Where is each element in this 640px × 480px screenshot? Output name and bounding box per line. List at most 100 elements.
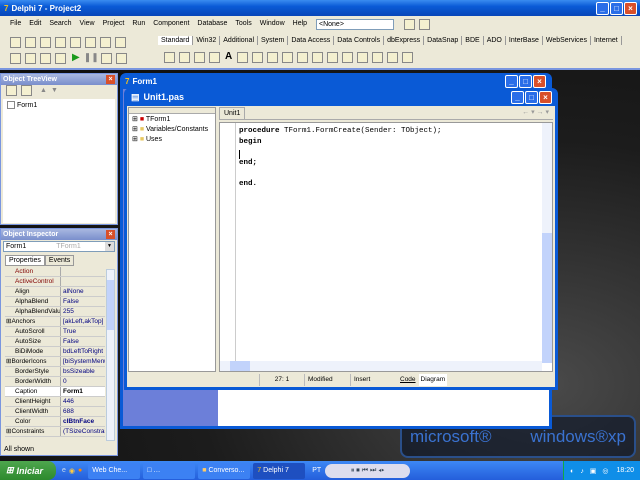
property-row[interactable]: AlphaBlendValu 255 — [5, 307, 105, 317]
chrome-icon[interactable]: ◉ — [69, 467, 75, 475]
property-row[interactable]: ActiveControl — [5, 277, 105, 287]
property-value[interactable]: [akLeft,akTop] — [61, 317, 105, 326]
inspector-scrollbar[interactable] — [106, 269, 115, 441]
scrollbar-icon[interactable] — [342, 51, 354, 63]
add-file-icon[interactable] — [85, 37, 96, 48]
palette-tab-bde[interactable]: BDE — [462, 36, 484, 45]
save-desktop-icon[interactable] — [402, 19, 432, 30]
task-unnamed[interactable]: □ … — [143, 462, 196, 479]
palette-tab-ado[interactable]: ADO — [484, 36, 506, 45]
property-row[interactable]: ⊞Anchors [akLeft,akTop] — [5, 317, 105, 327]
palette-tab-data-controls[interactable]: Data Controls — [334, 36, 385, 45]
radiobutton-icon[interactable] — [297, 51, 309, 63]
menu-project[interactable]: Project — [103, 20, 125, 27]
property-row[interactable]: ClientWidth 688 — [5, 407, 105, 417]
tab-properties[interactable]: Properties — [5, 255, 45, 266]
actionlist-icon[interactable] — [402, 51, 414, 63]
code-line[interactable] — [239, 168, 442, 179]
tab-code[interactable]: Code — [400, 374, 416, 386]
menu-help[interactable]: Help — [293, 20, 307, 27]
tab-diagram[interactable]: Diagram — [418, 374, 448, 386]
property-value[interactable]: 446 — [61, 397, 105, 406]
property-value[interactable]: 255 — [61, 307, 105, 316]
step-over-icon[interactable] — [115, 52, 127, 64]
property-row[interactable]: Color clBtnFace — [5, 417, 105, 427]
property-row[interactable]: BorderStyle bsSizeable — [5, 367, 105, 377]
property-value[interactable] — [61, 277, 105, 286]
property-row[interactable]: AutoSize False — [5, 337, 105, 347]
ie-icon[interactable]: e — [62, 467, 66, 475]
property-row[interactable]: BorderWidth 0 — [5, 377, 105, 387]
palette-tab-system[interactable]: System — [258, 36, 289, 45]
property-row[interactable]: ⊞BorderIcons [biSystemMenu, — [5, 357, 105, 367]
property-row[interactable]: ⊞Constraints (TSizeConstrain — [5, 427, 105, 437]
down-arrow-icon[interactable]: ▼ — [51, 87, 58, 94]
menu-tools[interactable]: Tools — [235, 20, 251, 27]
menu-view[interactable]: View — [80, 20, 95, 27]
palette-tab-dbexpress[interactable]: dbExpress — [384, 36, 425, 45]
save-all-icon[interactable] — [55, 37, 66, 48]
editor-minimize-button[interactable]: _ — [511, 91, 524, 104]
desktop-combo[interactable]: <None> — [316, 19, 394, 30]
menu-file[interactable]: File — [10, 20, 21, 27]
property-row[interactable]: Align alNone — [5, 287, 105, 297]
code-line[interactable] — [239, 147, 442, 158]
pause-icon[interactable]: ❚❚ — [84, 52, 99, 62]
menu-component[interactable]: Component — [153, 20, 189, 27]
horizontal-scrollbar[interactable] — [220, 361, 542, 371]
new-icon[interactable] — [10, 37, 21, 48]
property-value[interactable]: False — [61, 297, 105, 306]
checkbox-icon[interactable] — [282, 51, 294, 63]
palette-tab-datasnap[interactable]: DataSnap — [424, 36, 463, 45]
start-button[interactable]: ⊞ Iniciar — [0, 461, 56, 480]
palette-tab-data-access[interactable]: Data Access — [288, 36, 335, 45]
treeview-close-icon[interactable]: × — [106, 75, 115, 84]
property-value[interactable]: bdLeftToRight — [61, 347, 105, 356]
groupbox-icon[interactable] — [357, 51, 369, 63]
new-form-icon[interactable] — [55, 52, 66, 64]
property-value[interactable]: 0 — [61, 377, 105, 386]
combobox-icon[interactable] — [327, 51, 339, 63]
menu-edit[interactable]: Edit — [29, 20, 41, 27]
property-value[interactable]: Form1 — [61, 387, 105, 396]
palette-tab-webservices[interactable]: WebServices — [543, 36, 591, 45]
tree-item-form1[interactable]: Form1 — [5, 101, 113, 109]
task-web-checker[interactable]: Web Che... — [88, 462, 141, 479]
vertical-scrollbar[interactable] — [542, 123, 552, 363]
memo-icon[interactable] — [252, 51, 264, 63]
task-delphi[interactable]: 7 Delphi 7 — [253, 462, 306, 479]
label-icon[interactable]: A — [225, 51, 232, 62]
media-controls[interactable]: ⏸ ⏹ ⏮ ⏭ ◂▸ — [325, 463, 411, 478]
property-value[interactable]: 688 — [61, 407, 105, 416]
maximize-button[interactable]: □ — [610, 2, 623, 15]
new-item-icon[interactable] — [6, 85, 17, 96]
property-row[interactable]: Caption Form1 — [5, 387, 105, 397]
trace-into-icon[interactable] — [100, 52, 112, 64]
code-line[interactable]: end; — [239, 158, 442, 169]
palette-tab-internet[interactable]: Internet — [591, 36, 622, 45]
view-unit-icon[interactable] — [10, 52, 21, 64]
edit-icon[interactable] — [237, 51, 249, 63]
inspector-close-icon[interactable]: × — [106, 230, 115, 239]
property-value[interactable]: [biSystemMenu, — [61, 357, 105, 366]
open-icon[interactable] — [25, 37, 36, 48]
remove-file-icon[interactable] — [100, 37, 111, 48]
save-icon[interactable] — [40, 37, 51, 48]
code-line[interactable]: procedure TForm1.FormCreate(Sender: TObj… — [239, 126, 442, 137]
run-icon[interactable]: ▶ — [72, 52, 80, 63]
nav-arrows[interactable]: ← ▾ → ▾ — [522, 108, 549, 116]
object-selector[interactable]: Form1 TForm1 ▼ — [3, 241, 115, 252]
delete-item-icon[interactable] — [21, 85, 32, 96]
palette-tab-additional[interactable]: Additional — [220, 36, 259, 45]
toggle-icon[interactable] — [40, 52, 51, 64]
pointer-icon[interactable] — [164, 51, 175, 63]
tab-events[interactable]: Events — [44, 255, 75, 266]
property-value[interactable]: False — [61, 337, 105, 346]
property-value[interactable]: (TSizeConstrain — [61, 427, 105, 436]
explorer-item-variables[interactable]: ⊞ ■ Variables/Constants — [129, 124, 215, 134]
property-value[interactable]: alNone — [61, 287, 105, 296]
property-row[interactable]: ClientHeight 446 — [5, 397, 105, 407]
form1-maximize-button[interactable]: □ — [519, 75, 532, 88]
property-row[interactable]: Action — [5, 267, 105, 277]
property-row[interactable]: BiDiMode bdLeftToRight — [5, 347, 105, 357]
